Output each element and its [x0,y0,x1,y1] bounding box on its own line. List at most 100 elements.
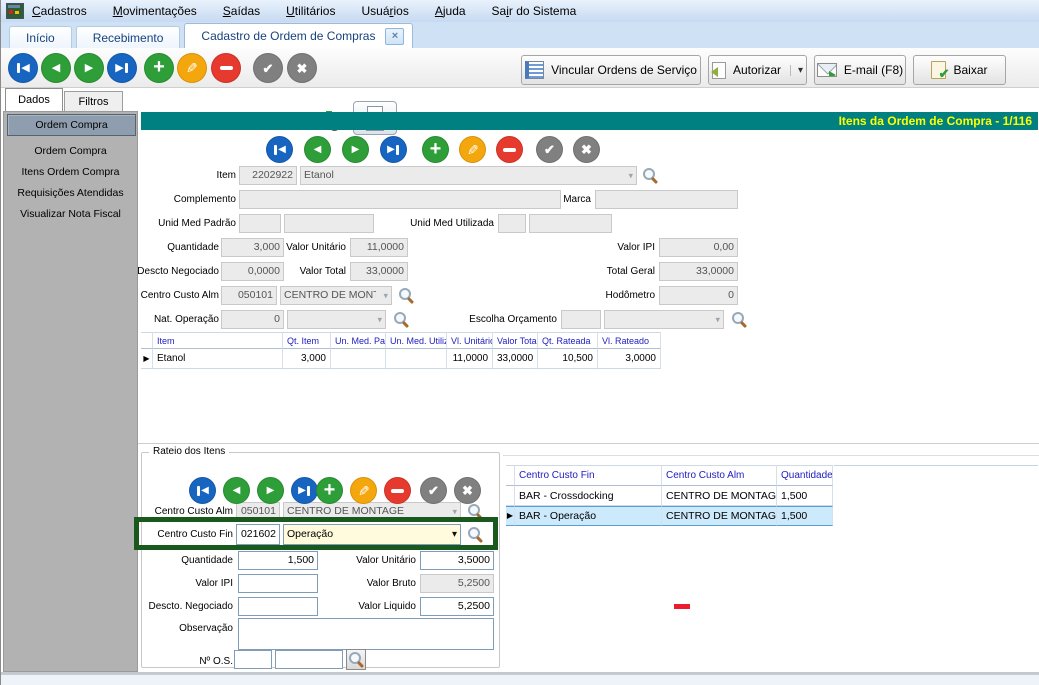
add-record-button[interactable]: + [144,53,174,83]
cell[interactable]: 11,0000 [447,349,493,369]
nav-prev-button[interactable]: ◀ [41,53,71,83]
unid-med-utilizada-code-field[interactable] [498,214,526,233]
cell[interactable]: 3,0000 [598,349,661,369]
nav-prev-button[interactable]: ◀ [304,136,331,163]
column-header[interactable]: Qt. Item [283,332,331,349]
column-header[interactable]: Quantidade [777,465,833,486]
vincular-ordens-de-servico-button[interactable]: Vincular Ordens de Serviço [521,55,701,85]
cell[interactable]: 3,000 [283,349,331,369]
cell[interactable]: BAR - Operação [515,506,662,526]
column-header[interactable]: Vl. Unitário [447,332,493,349]
cell[interactable]: 1,500 [777,486,833,506]
column-header[interactable]: Valor Total [493,332,538,349]
nav-first-button[interactable]: ◀ [189,477,216,504]
cell[interactable]: CENTRO DE MONTAGE [662,486,777,506]
confirm-button[interactable]: ✔ [253,53,283,83]
tab-close-icon[interactable]: × [385,28,404,45]
escolha-orcamento-search-icon[interactable] [731,311,747,327]
confirm-button[interactable]: ✔ [420,477,447,504]
delete-record-button[interactable] [211,53,241,83]
chevron-down-icon[interactable]: ▾ [452,507,457,516]
centro-custo-alm-combo[interactable]: CENTRO DE MONTAGE ▾ [280,286,392,305]
nav-first-button[interactable]: ◀ [8,53,38,83]
escolha-orcamento-code-field[interactable] [561,310,601,329]
delete-record-button[interactable] [384,477,411,504]
column-header[interactable]: Centro Custo Fin [515,465,662,486]
column-header[interactable]: Un. Med. Utilizada [386,332,447,349]
autorizar-button[interactable]: Autorizar▾ [708,55,807,85]
chevron-down-icon[interactable]: ▾ [377,315,382,324]
sidebar-item-ordem-compra[interactable]: Ordem Compra [7,114,136,136]
menu-item-cadastros[interactable]: Cadastros [32,4,87,18]
valor-unitario-field[interactable]: 11,0000 [350,238,408,257]
column-header[interactable]: Centro Custo Alm [662,465,777,486]
nav-last-button[interactable]: ▶ [107,53,137,83]
nav-next-button[interactable]: ▶ [257,477,284,504]
column-header[interactable]: Item [153,332,283,349]
chevron-down-icon[interactable]: ▾ [715,315,720,324]
hodometro-field[interactable]: 0 [659,286,738,305]
menu-item-ajuda[interactable]: Ajuda [435,4,466,18]
confirm-button[interactable]: ✔ [536,136,563,163]
baixar-button[interactable]: Baixar [913,55,1006,85]
nat-operacao-combo[interactable]: ▾ [287,310,386,329]
cell[interactable]: 1,500 [777,506,833,526]
centro-custo-alm-search-icon[interactable] [398,287,414,303]
menu-item-sair-do-sistema[interactable]: Sair do Sistema [492,4,577,18]
rateio-os-search-button[interactable] [346,649,366,670]
cell[interactable] [386,349,447,369]
edit-record-button[interactable]: ✎ [350,477,377,504]
nav-first-button[interactable]: ◀ [266,136,293,163]
rateio-os-name-field[interactable] [275,650,343,669]
valor-ipi-field[interactable]: 0,00 [659,238,738,257]
edit-record-button[interactable]: ✎ [177,53,207,83]
rateio-os-code-field[interactable] [234,650,272,669]
item-code-field[interactable]: 2202922 [239,166,297,185]
sidebar-item-ordem-compra[interactable]: Ordem Compra [7,141,134,161]
nav-next-button[interactable]: ▶ [342,136,369,163]
cell[interactable]: 33,0000 [493,349,538,369]
add-record-button[interactable]: + [316,477,343,504]
nav-prev-button[interactable]: ◀ [223,477,250,504]
tab-recebimento[interactable]: Recebimento [76,26,181,48]
cell[interactable]: BAR - Crossdocking [515,486,662,506]
tab-inicio[interactable]: Início [9,26,72,48]
chevron-down-icon[interactable]: ▾ [383,291,388,300]
unid-med-padrao-name-field[interactable] [284,214,374,233]
chevron-down-icon[interactable]: ▾ [628,171,633,180]
rateio-observacao-field[interactable] [238,618,494,650]
cell[interactable]: Etanol [153,349,283,369]
menu-item-movimentacoes[interactable]: Movimentações [113,4,197,18]
dropdown-caret-icon[interactable]: ▾ [790,65,803,76]
cancel-button[interactable]: ✖ [573,136,600,163]
edit-record-button[interactable]: ✎ [459,136,486,163]
menu-item-usuarios[interactable]: Usuários [361,4,408,18]
rateio-valor-liquido-field[interactable]: 5,2500 [420,597,494,616]
total-geral-field[interactable]: 33,0000 [659,262,738,281]
column-header[interactable]: Vl. Rateado [598,332,661,349]
tab-filtros[interactable]: Filtros [64,91,123,111]
column-header[interactable]: Qt. Rateada [538,332,598,349]
unid-med-utilizada-name-field[interactable] [529,214,612,233]
cell[interactable] [331,349,386,369]
nav-next-button[interactable]: ▶ [74,53,104,83]
delete-record-button[interactable] [496,136,523,163]
cell[interactable]: CENTRO DE MONTAGE [662,506,777,526]
item-name-combo[interactable]: Etanol ▾ [300,166,637,185]
add-record-button[interactable]: + [422,136,449,163]
nat-operacao-code-field[interactable]: 0 [221,310,284,329]
tab-cadastro-de-ordem-de-compras[interactable]: Cadastro de Ordem de Compras× [184,23,413,48]
valor-total-field[interactable]: 33,0000 [350,262,408,281]
rateio-valor-unitario-field[interactable]: 3,5000 [420,551,494,570]
escolha-orcamento-combo[interactable]: ▾ [604,310,724,329]
cancel-button[interactable]: ✖ [454,477,481,504]
nav-last-button[interactable]: ▶ [291,477,318,504]
centro-custo-alm-code-field[interactable]: 050101 [221,286,277,305]
cancel-button[interactable]: ✖ [287,53,317,83]
nav-last-button[interactable]: ▶ [380,136,407,163]
e-mail-f8-button[interactable]: E-mail (F8) [814,55,906,85]
marca-field[interactable] [595,190,738,209]
item-search-icon[interactable] [642,167,658,183]
unid-med-padrao-code-field[interactable] [239,214,281,233]
cell[interactable]: 10,500 [538,349,598,369]
